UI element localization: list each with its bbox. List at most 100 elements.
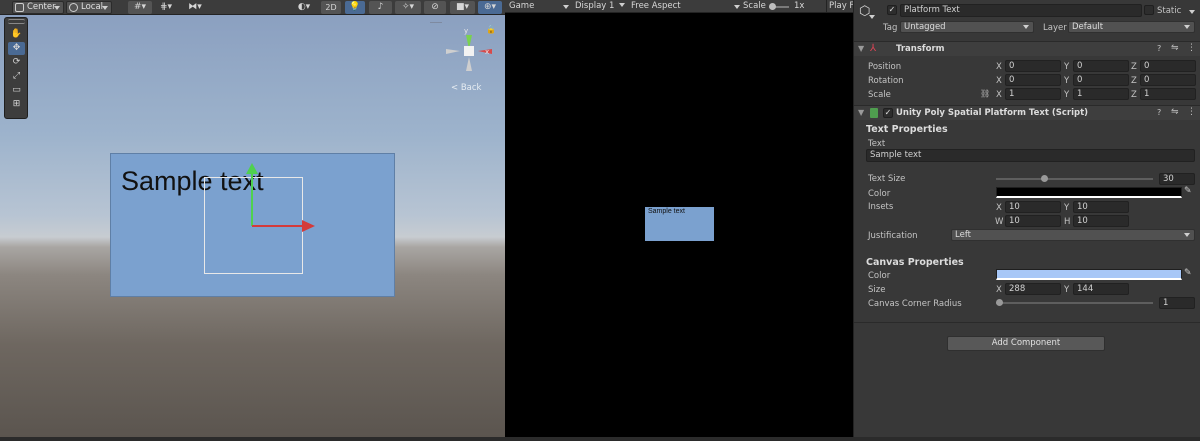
rotation-z-field[interactable]: 0 [1140,74,1196,86]
object-name-field[interactable]: Platform Text [900,4,1142,17]
scale-y-field[interactable]: 1 [1073,88,1129,100]
effects-icon: ✧▾ [401,2,415,12]
active-checkbox[interactable]: ✓ [887,5,897,15]
size-x-field[interactable]: 288 [1005,283,1061,295]
move-gizmo-x-arrow[interactable] [302,220,315,232]
grid-icon: #▾ [133,2,147,12]
chevron-down-icon[interactable] [1189,10,1195,14]
text-color-swatch[interactable] [996,187,1182,198]
game-tab-dropdown[interactable]: Game [509,0,534,13]
canvas-color-swatch[interactable] [996,269,1182,280]
scale-slider-knob[interactable] [769,3,776,10]
tag-value: Untagged [904,22,946,32]
inset-y-field[interactable]: 10 [1073,201,1129,213]
layer-dropdown[interactable]: Default [1068,21,1195,33]
position-x-field[interactable]: 0 [1005,60,1061,72]
inset-axis-h-label: H [1064,217,1071,227]
kebab-menu-icon[interactable]: ⋮ [1187,107,1196,117]
scene-visibility-toggle[interactable]: ⊘ [424,1,446,14]
audio-toggle[interactable]: ♪ [369,1,392,14]
snap-increment-button[interactable]: ⋕▾ [155,1,177,14]
rotation-y-field[interactable]: 0 [1073,74,1129,86]
inset-h-field[interactable]: 10 [1073,215,1129,227]
scale-z-field[interactable]: 1 [1140,88,1196,100]
tag-dropdown[interactable]: Untagged [900,21,1034,33]
gizmos-dropdown[interactable]: ⊕▾ [478,1,502,14]
text-size-slider-track[interactable] [996,178,1153,180]
foldout-arrow-icon: ▼ [858,44,865,53]
draw-mode-button[interactable]: ◐▾ [292,1,316,14]
display-dropdown[interactable]: Display 1 [575,0,626,13]
svg-text:x: x [485,48,489,56]
gizmo-center-cube[interactable] [464,46,474,56]
justification-value: Left [955,230,971,240]
chevron-down-icon[interactable] [869,15,875,19]
scene-toolbar: Center Local #▾ ⋕▾ ⧓▾ ◐▾ 2D 💡 ♪ ✧▾ ⊘ ■▾ … [0,0,505,15]
component-divider [854,322,1200,323]
transform-tool-button[interactable]: ⊞ [8,98,25,111]
hand-tool-button[interactable]: ✋ [8,28,25,41]
presets-icon[interactable]: ⇋ [1171,107,1179,117]
gizmo-neg-y-cone[interactable] [466,57,472,71]
inset-axis-w-label: W [995,217,1004,227]
corner-radius-field[interactable]: 1 [1159,297,1195,309]
check-icon: ✓ [884,108,892,117]
add-component-button[interactable]: Add Component [947,336,1105,351]
move-gizmo-x-axis[interactable] [252,225,304,227]
justification-dropdown[interactable]: Left [951,229,1195,241]
inset-w-field[interactable]: 10 [1005,215,1061,227]
transform-header[interactable]: ▼ ⅄ Transform ? ⇋ ⋮ [854,41,1200,56]
scale-tool-button[interactable]: ⤢ [8,70,25,83]
lighting-toggle[interactable]: 💡 [345,1,365,14]
text-value-field[interactable]: Sample text [866,149,1195,162]
camera-dropdown[interactable]: ■▾ [450,1,475,14]
position-z-field[interactable]: 0 [1140,60,1196,72]
rect-tool-button[interactable]: ▭ [8,84,25,97]
eyedropper-icon[interactable]: ✎ [1184,186,1192,196]
position-y-field[interactable]: 0 [1073,60,1129,72]
inset-x-field[interactable]: 10 [1005,201,1061,213]
pivot-dropdown[interactable]: Center [12,1,64,14]
eyedropper-icon[interactable]: ✎ [1184,268,1192,278]
static-checkbox[interactable] [1144,5,1154,15]
grid-snap-button[interactable]: #▾ [128,1,152,14]
chevron-down-icon [1023,25,1029,29]
game-tab-label: Game [509,1,535,11]
script-component-header[interactable]: ▼ ✓ Unity Poly Spatial Platform Text (Sc… [854,105,1200,120]
aspect-label: Free Aspect [631,1,681,11]
size-y-field[interactable]: 144 [1073,283,1129,295]
mode-2d-toggle[interactable]: 2D [321,1,341,14]
rotate-tool-button[interactable]: ⟳ [8,56,25,69]
palette-drag-handle[interactable] [8,19,25,24]
move-gizmo-y-axis[interactable] [251,170,253,226]
inset-axis-y-label: Y [1064,203,1070,213]
gizmo-neg-x-cone[interactable] [446,49,460,54]
orientation-gizmo[interactable]: y x [446,27,492,77]
help-icon[interactable]: ? [1157,44,1161,53]
help-icon[interactable]: ? [1157,108,1161,117]
corner-radius-slider-knob[interactable] [996,299,1003,306]
text-size-field[interactable]: 30 [1159,173,1195,185]
text-size-slider-knob[interactable] [1041,175,1048,182]
script-enabled-checkbox[interactable]: ✓ [883,108,893,118]
bottom-dock-bar [0,437,1200,441]
aspect-dropdown[interactable]: Free Aspect [631,0,681,13]
corner-radius-slider-track[interactable] [996,302,1153,304]
scene-menu-handle[interactable] [430,22,442,23]
render-mode-button[interactable]: ⧓▾ [183,1,207,14]
back-button[interactable]: < Back [451,83,481,93]
axis-z-label: Z [1131,62,1137,72]
pivot-label: Center [27,2,56,12]
constrain-proportions-icon[interactable]: ⛓ [980,89,990,98]
scale-x-field[interactable]: 1 [1005,88,1061,100]
move-tool-button[interactable]: ✥ [8,42,25,55]
space-dropdown[interactable]: Local [66,1,112,14]
text-label: Text [868,139,886,149]
rotation-x-field[interactable]: 0 [1005,74,1061,86]
presets-icon[interactable]: ⇋ [1171,43,1179,53]
effects-dropdown[interactable]: ✧▾ [395,1,421,14]
size-axis-y-label: Y [1064,285,1070,295]
move-gizmo-y-arrow[interactable] [246,163,258,174]
game-toolbar: Game Display 1 Free Aspect Scale 1x Play… [505,0,859,13]
kebab-menu-icon[interactable]: ⋮ [1187,43,1196,53]
